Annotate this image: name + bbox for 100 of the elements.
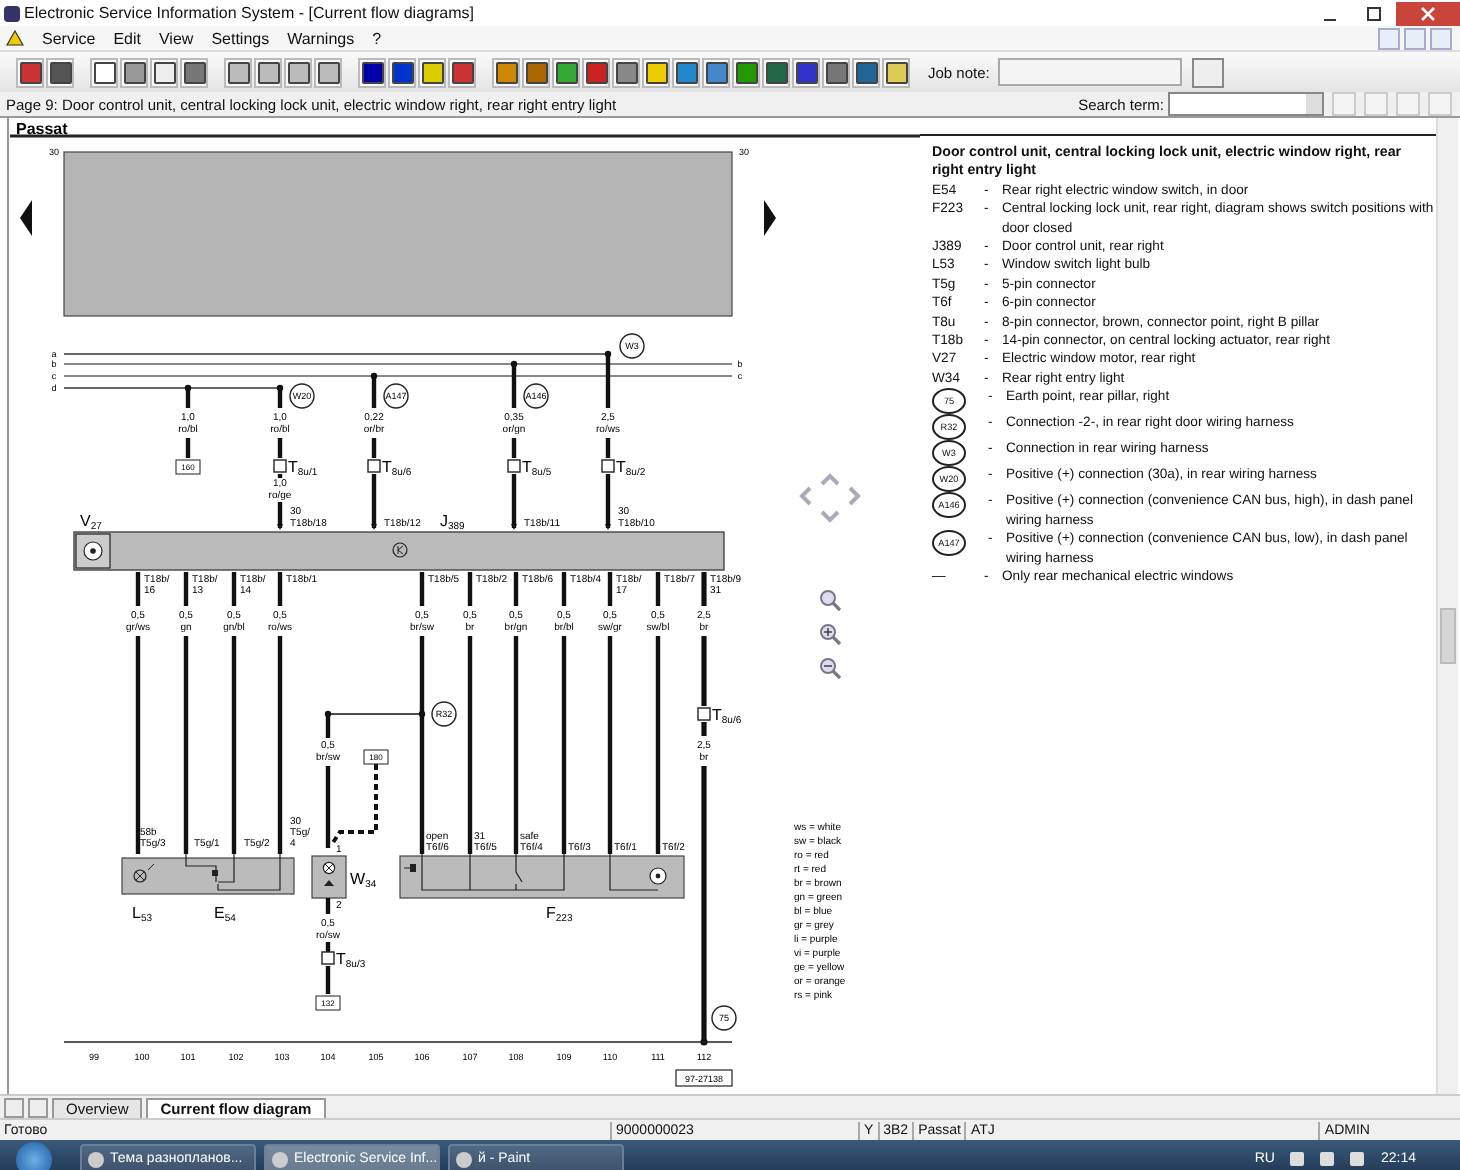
connector-icon	[367, 459, 381, 473]
motor-icon	[75, 533, 111, 569]
toolbar-button[interactable]	[418, 57, 446, 87]
connector-icon	[321, 951, 335, 965]
toolbar-button[interactable]	[522, 57, 550, 87]
wire	[655, 572, 661, 606]
wire	[419, 572, 425, 606]
wire	[701, 572, 707, 606]
component-label: W$_{34}$	[350, 870, 377, 891]
pin-arrow-icon	[277, 524, 283, 530]
previous-page-button[interactable]	[20, 200, 32, 236]
toolbar-button[interactable]	[732, 57, 760, 87]
zoom-fit-button[interactable]	[820, 590, 842, 612]
connector-icon	[697, 707, 711, 721]
wire	[185, 438, 191, 458]
close-button[interactable]	[1396, 1, 1460, 25]
wire	[325, 966, 331, 994]
zoom-out-button[interactable]	[820, 658, 842, 680]
tray-icon[interactable]	[1350, 1152, 1365, 1166]
next-page-button[interactable]	[764, 200, 776, 236]
wire	[467, 572, 473, 606]
toolbar-button[interactable]	[284, 57, 312, 87]
pin-arrow-icon	[511, 524, 517, 530]
job-note-field[interactable]	[997, 58, 1182, 86]
wire	[277, 502, 283, 528]
wire	[277, 572, 283, 606]
toolbar-button[interactable]	[642, 57, 670, 87]
wire	[513, 572, 519, 606]
component-label: V$_{27}$	[80, 512, 102, 533]
bulb-icon	[322, 861, 336, 875]
wire	[135, 572, 141, 606]
connector-label: T$_{8u/3}$	[336, 950, 366, 971]
toolbar-button[interactable]	[314, 57, 342, 87]
toolbar-button[interactable]	[150, 57, 178, 87]
wire	[325, 898, 331, 914]
speaker-icon[interactable]	[1320, 1152, 1335, 1166]
wire	[371, 376, 377, 408]
junction-dot-icon	[418, 710, 426, 718]
lamp-icon	[133, 863, 155, 883]
toolbar-button[interactable]	[358, 57, 386, 87]
toolbar-button[interactable]	[120, 57, 148, 87]
menu-item[interactable]: View	[158, 29, 194, 47]
toolbar-button[interactable]	[612, 57, 640, 87]
connector-icon	[507, 459, 521, 473]
pin-arrow-icon	[605, 524, 611, 530]
toolbar-button[interactable]	[792, 57, 820, 87]
diode-icon	[324, 880, 334, 886]
connector-label: T$_{8u/1}$	[288, 458, 318, 479]
component-label: J$_{389}$	[440, 512, 465, 533]
toolbar-button[interactable]	[672, 57, 700, 87]
toolbar-button[interactable]	[90, 57, 118, 87]
wire	[511, 438, 517, 458]
app-icon	[4, 5, 20, 21]
motor-icon	[609, 853, 667, 891]
junction-dot-icon	[510, 360, 518, 368]
connector-label: T$_{8u/6}$	[712, 706, 742, 727]
menu-item[interactable]: Settings	[211, 29, 270, 47]
notes-button[interactable]	[1191, 57, 1224, 87]
component-label: F$_{223}$	[546, 904, 573, 925]
toolbar-button[interactable]	[702, 57, 730, 87]
toolbar-button[interactable]	[180, 57, 208, 87]
connector-label: T$_{8u/2}$	[616, 458, 646, 479]
zoom-in-button[interactable]	[820, 624, 842, 646]
toolbar-button[interactable]	[254, 57, 282, 87]
wire	[605, 438, 611, 458]
wire	[277, 474, 283, 478]
menu-item[interactable]: Edit	[113, 29, 141, 47]
toolbar-button[interactable]	[46, 57, 74, 87]
menu-item[interactable]: ?	[372, 29, 382, 47]
wire	[607, 572, 613, 606]
junction-dot-icon	[604, 350, 612, 358]
menu-item[interactable]: Warnings	[287, 29, 355, 47]
toolbar-button[interactable]	[224, 57, 252, 87]
scrollbar[interactable]	[1436, 118, 1458, 1094]
wire	[231, 572, 237, 606]
wire	[605, 474, 611, 528]
toolbar-button[interactable]	[852, 57, 880, 87]
connector-icon	[273, 459, 287, 473]
toolbar-button[interactable]	[882, 57, 910, 87]
toolbar-button[interactable]	[16, 57, 44, 87]
menu-item[interactable]: Service	[42, 29, 96, 47]
toolbar-button[interactable]	[582, 57, 610, 87]
toolbar-button[interactable]	[552, 57, 580, 87]
tray-icon[interactable]	[1290, 1152, 1305, 1166]
light-block	[311, 855, 347, 899]
relay-symbol-icon	[392, 542, 408, 558]
toolbar-button[interactable]	[762, 57, 790, 87]
wire	[277, 388, 283, 408]
toolbar-button[interactable]	[388, 57, 416, 87]
search-field[interactable]	[1168, 92, 1324, 116]
toolbar-button[interactable]	[822, 57, 850, 87]
window-title: Electronic Service Information System - [Current flow diagrams]	[24, 4, 476, 22]
toolbar-button[interactable]	[492, 57, 520, 87]
wire	[511, 364, 517, 408]
component-label: L$_{53}$	[132, 904, 153, 925]
warning-icon	[6, 30, 24, 46]
wire	[185, 388, 191, 408]
wire	[511, 474, 517, 528]
start-button[interactable]	[16, 1141, 52, 1170]
toolbar-button[interactable]	[448, 57, 476, 87]
